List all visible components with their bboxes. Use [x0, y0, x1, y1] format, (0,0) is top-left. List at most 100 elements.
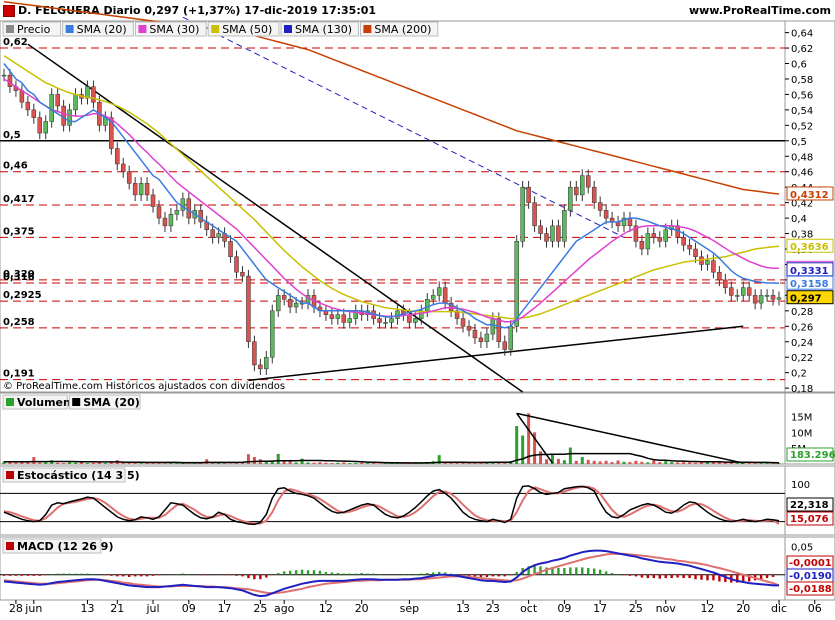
volume-bar [163, 463, 167, 464]
macd-histogram-bar [211, 574, 214, 576]
candle-body [126, 171, 132, 184]
macd-histogram-bar [771, 574, 775, 577]
macd-histogram-bar [133, 574, 137, 577]
price-legend-label: SMA (50) [222, 23, 272, 36]
volume-bar [38, 462, 42, 464]
price-y-tick-label: 0,5 [791, 137, 807, 148]
macd-histogram-bar [616, 574, 620, 575]
volume-bar [568, 447, 572, 464]
candle-body [138, 183, 144, 196]
volume-bar [670, 462, 674, 464]
stoch-value-label: 22,318 [790, 500, 829, 511]
candle-body [627, 217, 633, 227]
candle-body [425, 299, 430, 312]
candle-body [490, 318, 496, 335]
candle-body [466, 326, 472, 331]
candle-body [460, 318, 466, 327]
volume-legend-swatch [72, 398, 81, 406]
price-legend-swatch [284, 25, 292, 33]
candle-body [580, 175, 585, 196]
macd-histogram-bar [640, 574, 644, 578]
candle-body [258, 364, 263, 370]
macd-histogram-bar [688, 574, 691, 579]
panel-price [0, 20, 835, 393]
price-y-tick-label: 0,56 [791, 90, 813, 101]
candle-body [55, 94, 60, 107]
candle-body [7, 74, 13, 87]
macd-histogram-bar [169, 574, 173, 575]
macd-histogram-bar [694, 574, 697, 580]
volume-bar [390, 463, 393, 464]
price-legend-label: SMA (130) [295, 23, 352, 36]
volume-bar [598, 461, 602, 464]
candle-body [329, 314, 335, 319]
chart-canvas[interactable]: 0,620,50,460,4170,3750,3200,3160,29250,2… [0, 0, 835, 620]
x-axis-tick-label: 06 [808, 602, 822, 615]
macd-histogram-bar [503, 574, 506, 577]
price-value-label: 0,3331 [790, 266, 829, 277]
candle-body [657, 237, 663, 242]
volume-bar [127, 463, 131, 464]
candle-body [240, 271, 245, 277]
volume-bar [574, 460, 578, 464]
candle-body [574, 186, 579, 196]
candle-body [335, 314, 341, 319]
volume-bar [646, 462, 650, 464]
candle-body [49, 94, 54, 122]
candle-body [562, 210, 567, 242]
macd-histogram-bar [68, 573, 71, 575]
macd-histogram-bar [294, 570, 298, 575]
price-y-tick-label: 0,46 [791, 168, 813, 179]
macd-y-tick-label: 0,05 [791, 543, 813, 554]
candle-body [639, 241, 645, 250]
volume-bar [151, 463, 155, 464]
candle-body [270, 310, 275, 358]
macd-histogram-bar [151, 574, 155, 576]
candle-body [198, 210, 203, 223]
stoch-legend-swatch [6, 471, 14, 479]
candle-body [186, 198, 192, 219]
price-y-tick-label: 0,48 [791, 152, 813, 163]
volume-bar [664, 461, 668, 464]
volume-value-label: 183.296 [790, 450, 835, 461]
candle-body [275, 295, 281, 312]
stoch-legend-label: Estocástico (14 3 5) [17, 469, 140, 482]
x-axis-tick-label: sep [400, 602, 419, 615]
volume-bar [694, 462, 698, 464]
macd-histogram-bar [235, 574, 238, 576]
macd-histogram-bar [229, 574, 232, 576]
macd-legend-label: MACD (12 26 9) [17, 540, 113, 553]
macd-histogram-bar [342, 573, 346, 575]
candle-body [281, 295, 287, 300]
candle-body [591, 186, 597, 203]
macd-histogram-bar [348, 573, 351, 575]
candle-body [645, 233, 651, 250]
volume-bar [14, 462, 18, 464]
macd-histogram-bar [485, 574, 489, 577]
candle-body [514, 241, 519, 327]
volume-bar [515, 426, 519, 464]
volume-bar [366, 463, 370, 464]
macd-histogram-bar [259, 574, 262, 580]
macd-histogram-bar [479, 574, 483, 577]
macd-value-label: -0,0188 [789, 584, 832, 595]
macd-histogram-bar [670, 574, 673, 579]
candle-body [246, 275, 251, 343]
volume-bar [252, 457, 256, 464]
candle-body [264, 356, 269, 370]
volume-bar [378, 463, 382, 464]
candle-body [168, 213, 174, 227]
volume-bar [372, 463, 376, 464]
volume-bar [717, 462, 721, 464]
candle-body [156, 206, 162, 219]
volume-bar [68, 462, 72, 464]
price-legend-swatch [138, 25, 147, 33]
candle-body [61, 105, 66, 126]
macd-histogram-bar [628, 574, 632, 576]
volume-bar [276, 453, 280, 464]
macd-histogram-bar [247, 574, 250, 579]
macd-histogram-bar [8, 574, 12, 576]
macd-histogram-bar [646, 574, 650, 579]
price-legend-label: SMA (200) [374, 23, 431, 36]
price-value-label: 0,4312 [790, 190, 829, 201]
